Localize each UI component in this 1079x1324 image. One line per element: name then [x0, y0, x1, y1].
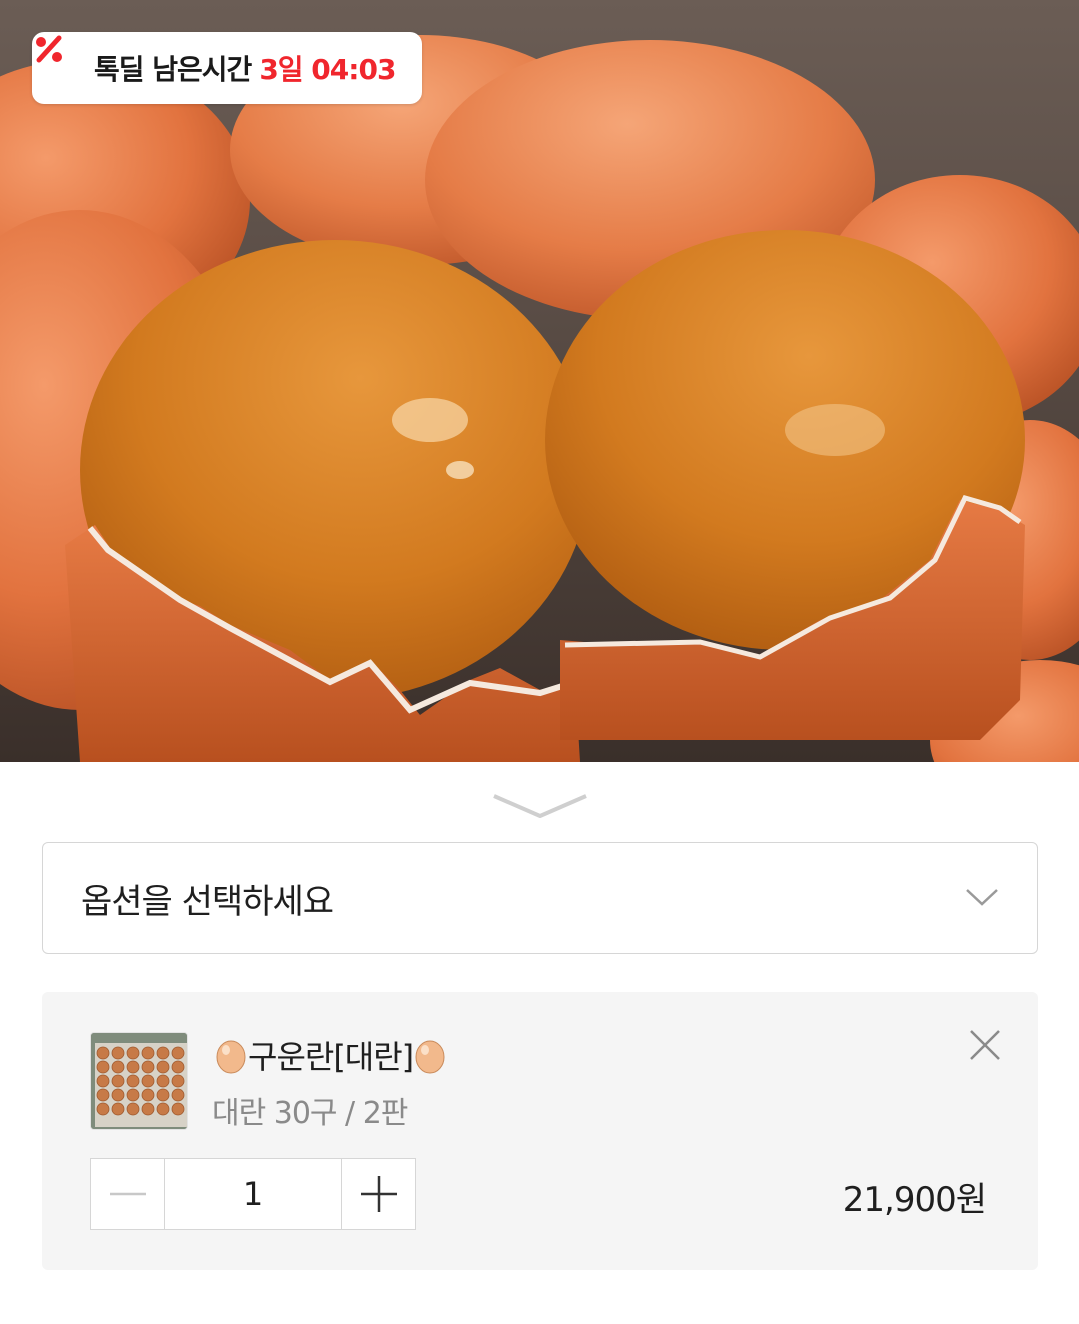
deal-timer-label: 톡딜 남은시간 — [94, 53, 252, 86]
quantity-value[interactable]: 1 — [165, 1159, 341, 1229]
egg-icon — [214, 1035, 248, 1075]
deal-timer-badge: 톡딜 남은시간 3일 04:03 — [32, 32, 422, 104]
option-select-dropdown[interactable]: 옵션을 선택하세요 — [42, 842, 1038, 954]
eggs-photo — [0, 35, 1079, 762]
collapse-chevron-icon[interactable] — [490, 790, 590, 822]
quantity-increase-button[interactable] — [341, 1159, 415, 1229]
egg-tray-thumbnail — [90, 1032, 188, 1130]
egg-icon — [413, 1035, 447, 1075]
selected-option-card: 구운란[대란] 대란 30구 / 2판 1 21,900원 — [42, 992, 1038, 1270]
chevron-down-icon — [965, 885, 999, 909]
quantity-decrease-button[interactable] — [91, 1159, 165, 1229]
selected-option-name-text: 구운란[대란] — [248, 1038, 414, 1076]
option-select-placeholder: 옵션을 선택하세요 — [81, 881, 334, 922]
product-hero-image: 톡딜 남은시간 3일 04:03 — [0, 0, 1079, 762]
plus-icon — [360, 1176, 397, 1212]
quantity-stepper: 1 — [90, 1158, 416, 1230]
selected-option-name: 구운란[대란] — [214, 1032, 447, 1078]
close-icon — [970, 1030, 1000, 1060]
selected-option-detail: 대란 30구 / 2판 — [212, 1096, 408, 1131]
percent-icon — [36, 35, 86, 85]
deal-timer-remaining: 3일 04:03 — [259, 53, 396, 86]
minus-icon — [109, 1192, 146, 1196]
selected-option-price: 21,900원 — [842, 1180, 987, 1220]
remove-option-button[interactable] — [968, 1028, 1002, 1062]
